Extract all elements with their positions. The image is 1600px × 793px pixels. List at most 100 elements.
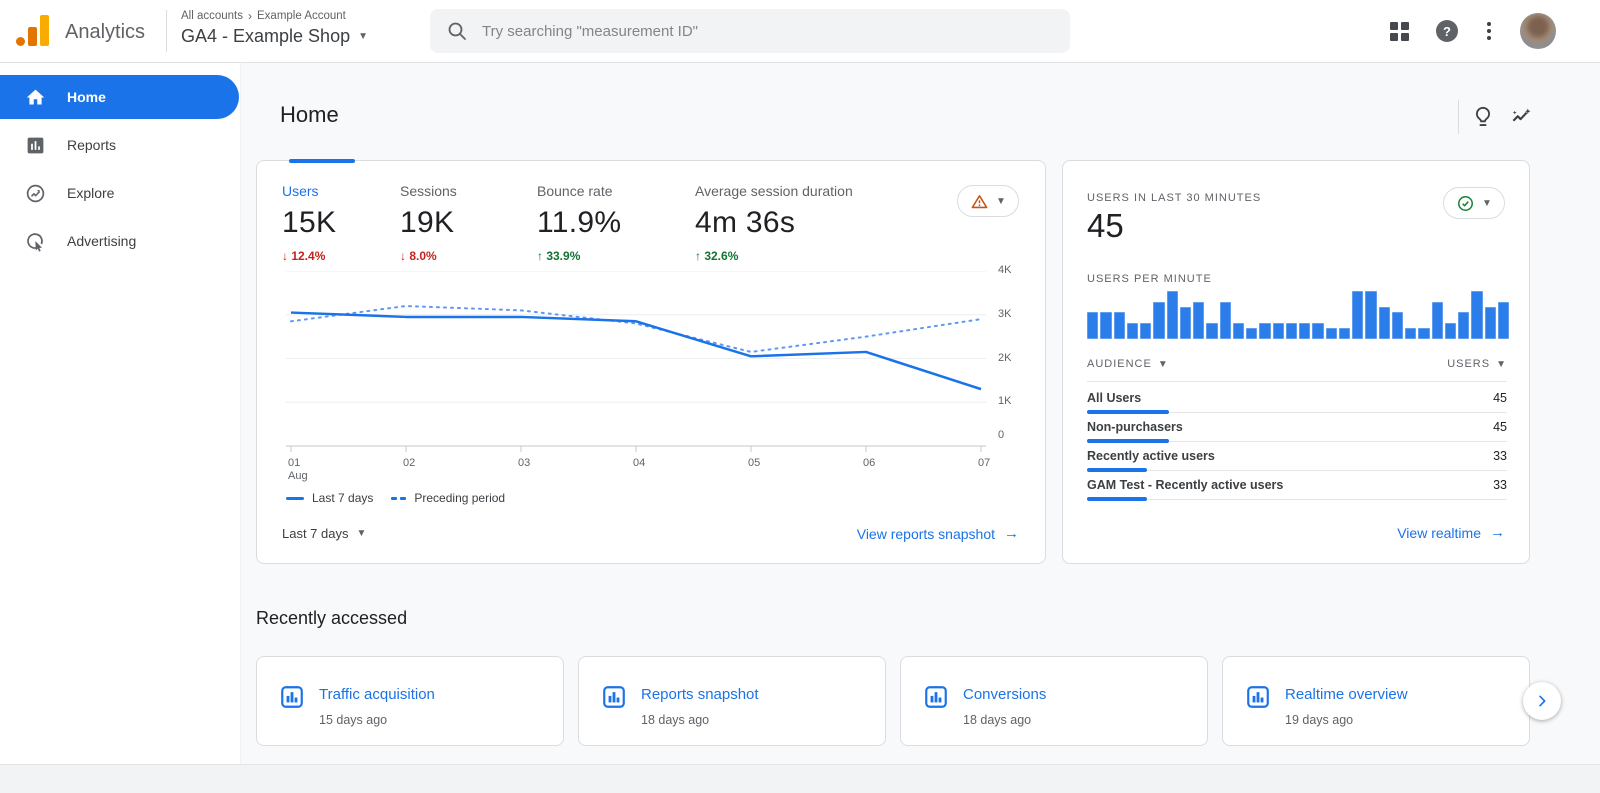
breadcrumb: All accounts › Example Account [181,9,368,23]
breadcrumb-account[interactable]: Example Account [257,10,346,22]
trend-x-axis-labels: 01Aug020304050607 [286,457,998,487]
sidebar-item-home[interactable]: Home [0,75,239,119]
recent-card-reports-snapshot[interactable]: Reports snapshot 18 days ago [578,656,886,746]
sidebar-item-label: Home [67,89,106,105]
metric-avg-session-duration[interactable]: Average session duration 4m 36s ↑ 32.6% [695,183,853,263]
date-range-selector[interactable]: Last 7 days ▼ [282,526,366,541]
minute-bar [1432,302,1443,339]
view-reports-snapshot-link[interactable]: View reports snapshot → [857,525,1019,542]
arrow-right-icon: → [1004,525,1019,542]
lightbulb-insights-icon[interactable] [1470,104,1496,130]
trend-y-axis-labels: 4K3K2K1K0 [998,271,1028,451]
metric-users[interactable]: Users 15K ↓ 12.4% [282,183,400,263]
report-icon [1245,684,1271,710]
minute-bar [1418,328,1429,339]
chevron-right-icon [1534,693,1550,709]
metric-label: Users [282,183,400,199]
overview-card: Users 15K ↓ 12.4% Sessions 19K ↓ 8.0% Bo… [256,160,1046,564]
minute-bar [1485,307,1496,339]
metric-delta: ↓ 12.4% [282,249,400,263]
caret-down-icon: ▼ [358,31,368,42]
sidebar-item-label: Explore [67,185,114,201]
report-icon [923,684,949,710]
recent-card-realtime-overview[interactable]: Realtime overview 19 days ago [1222,656,1530,746]
property-selector[interactable]: All accounts › Example Account GA4 - Exa… [181,9,368,47]
report-icon [601,684,627,710]
data-quality-dropdown[interactable]: ▼ [957,185,1019,217]
users-column-header[interactable]: USERS ▼ [1447,358,1507,370]
view-realtime-link[interactable]: View realtime → [1397,524,1505,541]
minute-bar [1259,323,1270,339]
minute-bar [1246,328,1257,339]
audience-row: Recently active users 33 [1087,443,1507,472]
minute-bar [1127,323,1138,339]
apps-grid-icon[interactable] [1390,22,1409,41]
kebab-menu-icon[interactable] [1485,20,1493,42]
caret-down-icon: ▼ [1158,359,1169,370]
caret-down-icon: ▼ [996,196,1006,207]
recent-card-title[interactable]: Realtime overview [1285,686,1408,703]
recent-card-conversions[interactable]: Conversions 18 days ago [900,656,1208,746]
metric-label: Sessions [400,183,537,199]
column-label: USERS [1447,358,1490,370]
minute-bar [1286,323,1297,339]
audience-users-value: 45 [1493,420,1507,434]
audience-bar-track [1087,441,1507,442]
x-tick-label: 05 [748,457,760,470]
overview-card-footer: Last 7 days ▼ View reports snapshot → [282,525,1019,542]
minute-bar [1299,323,1310,339]
metric-delta: ↑ 33.9% [537,249,695,263]
carousel-next-button[interactable] [1523,682,1561,720]
trend-chart [286,271,986,453]
realtime-status-dropdown[interactable]: ▼ [1443,187,1505,219]
minute-bar [1352,291,1363,339]
property-name: GA4 - Example Shop [181,26,350,47]
metric-bounce-rate[interactable]: Bounce rate 11.9% ↑ 33.9% [537,183,695,263]
recently-accessed-title: Recently accessed [256,608,407,629]
minute-bar [1167,291,1178,339]
audience-row: Non-purchasers 45 [1087,414,1507,443]
recent-card-title[interactable]: Conversions [963,686,1046,703]
advertising-icon [25,231,46,252]
metric-value: 4m 36s [695,206,853,240]
audience-column-header[interactable]: AUDIENCE ▼ [1087,358,1169,370]
minute-bar [1392,312,1403,339]
search-bar[interactable] [430,9,1070,53]
audience-rows: All Users 45 Non-purchasers 45 Recen [1087,385,1507,501]
breadcrumb-all-accounts[interactable]: All accounts [181,10,243,22]
help-icon[interactable]: ? [1436,20,1458,42]
reports-icon [25,135,46,156]
minute-bar [1140,323,1151,339]
minute-bar [1220,302,1231,339]
metric-delta: ↓ 8.0% [400,249,537,263]
metric-sessions[interactable]: Sessions 19K ↓ 8.0% [400,183,537,263]
audience-name: Non-purchasers [1087,420,1183,434]
legend-last-7-days: Last 7 days [286,491,373,505]
sidebar-item-advertising[interactable]: Advertising [0,219,239,263]
recent-card-title[interactable]: Reports snapshot [641,686,759,703]
recent-card-traffic-acquisition[interactable]: Traffic acquisition 15 days ago [256,656,564,746]
sidebar-item-reports[interactable]: Reports [0,123,239,167]
recent-card-title[interactable]: Traffic acquisition [319,686,435,703]
analytics-insights-sparkline-icon[interactable] [1508,104,1534,130]
column-label: AUDIENCE [1087,358,1152,370]
audience-row: All Users 45 [1087,385,1507,414]
legend-preceding-period: Preceding period [391,491,505,505]
y-tick-label: 4K [998,264,1011,276]
search-input[interactable] [480,22,1054,41]
caret-down-icon: ▼ [1496,359,1507,370]
avatar[interactable] [1520,13,1556,49]
users-per-minute-chart [1087,291,1509,339]
analytics-logo[interactable]: Analytics [16,14,145,46]
y-tick-label: 2K [998,352,1011,364]
legend-label: Preceding period [414,491,505,505]
report-icon [279,684,305,710]
audience-bar-track [1087,499,1507,500]
minute-bar [1087,312,1098,339]
bottom-strip [0,764,1600,793]
chevron-right-icon: › [248,9,252,23]
sidebar-item-explore[interactable]: Explore [0,171,239,215]
metric-delta: ↑ 32.6% [695,249,853,263]
audience-users-value: 33 [1493,478,1507,492]
audience-name: GAM Test - Recently active users [1087,478,1283,492]
